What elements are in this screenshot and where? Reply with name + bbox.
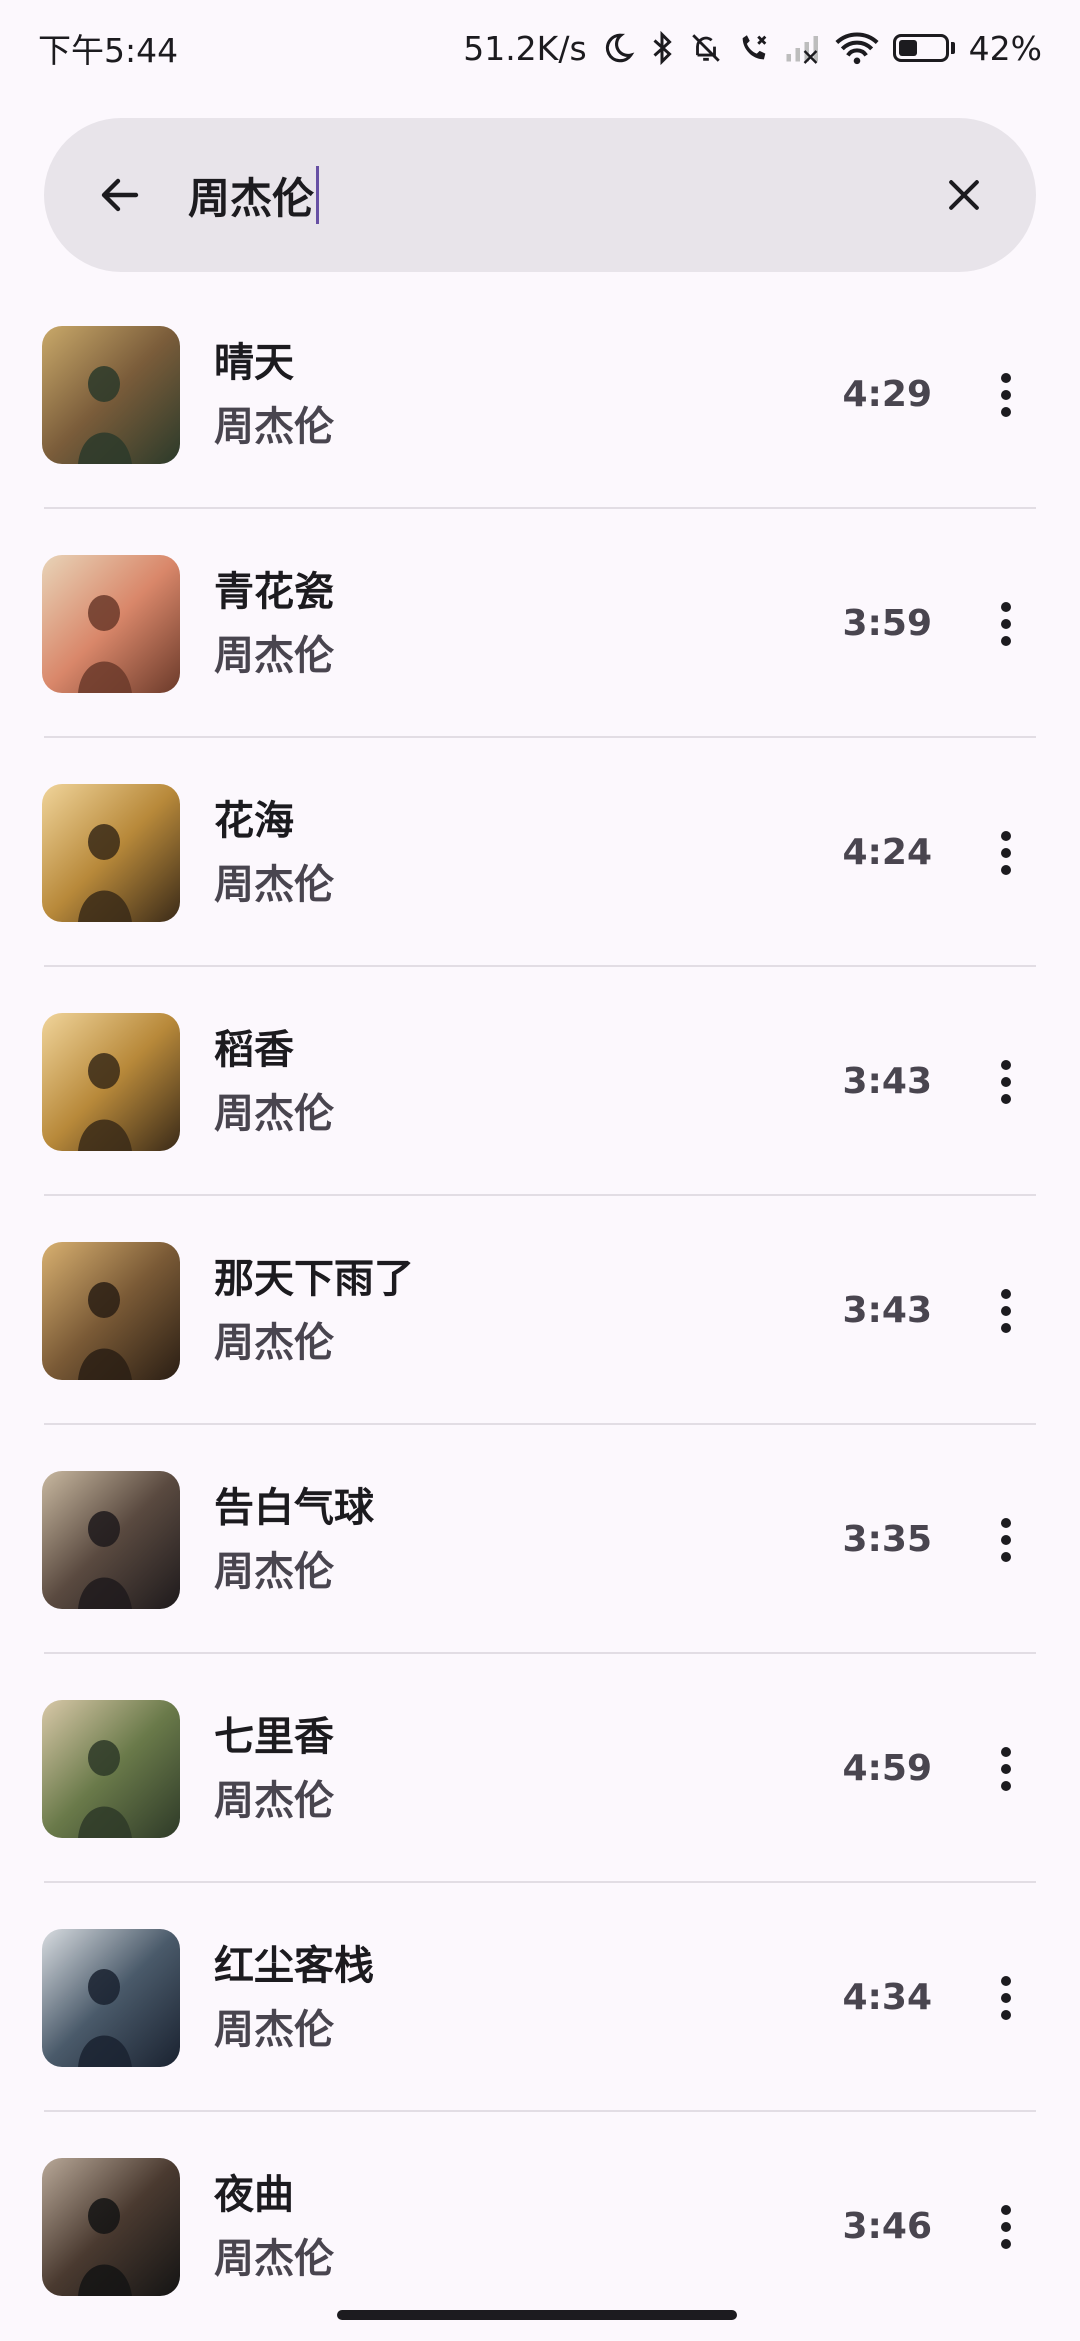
- song-artist: 周杰伦: [214, 632, 334, 679]
- song-title: 七里香: [214, 1713, 334, 1760]
- album-cover: [42, 554, 180, 693]
- song-info: 红尘客栈 周杰伦: [214, 1934, 374, 2062]
- song-title: 花海: [214, 797, 294, 844]
- song-row[interactable]: 夜曲周杰伦 3:46: [0, 2112, 1080, 2341]
- album-cover: [42, 1928, 180, 2067]
- battery-icon: [892, 34, 955, 62]
- song-list: 晴天 周杰伦 4:29 青花瓷 周杰伦 3:59 花海 周杰伦 4:24 稻香 周杰伦 3:43 那天下…: [0, 280, 1080, 2341]
- song-info: 花海 周杰伦: [214, 789, 334, 917]
- search-input[interactable]: 周杰伦: [188, 165, 936, 226]
- song-row[interactable]: 花海周杰伦 4:24: [0, 738, 1080, 967]
- song-duration: 3:46: [842, 2206, 932, 2247]
- song-info: 七里香 周杰伦: [214, 1705, 334, 1833]
- song-artist: 周杰伦: [214, 1090, 334, 1137]
- song-row[interactable]: 红尘客栈周杰伦 4:34: [0, 1883, 1080, 2112]
- song-title: 红尘客栈: [214, 1942, 374, 1989]
- status-bar: 下午5:44 51.2K/s 42%: [0, 0, 1080, 96]
- song-title: 那天下雨了: [214, 1255, 414, 1302]
- song-row[interactable]: 稻香周杰伦 3:43: [0, 967, 1080, 1196]
- song-info: 告白气球 周杰伦: [214, 1476, 374, 1604]
- song-title: 青花瓷: [214, 568, 334, 615]
- song-duration: 3:43: [842, 1290, 932, 1331]
- more-vert-icon[interactable]: [976, 2187, 1036, 2267]
- album-cover: [42, 1241, 180, 1380]
- battery-fill: [898, 40, 918, 56]
- song-title: 告白气球: [214, 1484, 374, 1531]
- album-cover: [42, 2157, 180, 2296]
- song-duration: 4:34: [842, 1977, 932, 2018]
- song-artist: 周杰伦: [214, 861, 334, 908]
- song-artist: 周杰伦: [214, 1777, 334, 1824]
- song-artist: 周杰伦: [214, 1319, 334, 1366]
- net-speed: 51.2K/s: [463, 28, 587, 68]
- more-vert-icon[interactable]: [976, 813, 1036, 893]
- album-cover: [42, 783, 180, 922]
- text-caret: [316, 166, 320, 224]
- more-vert-icon[interactable]: [976, 1271, 1036, 1351]
- song-duration: 3:59: [842, 603, 932, 644]
- album-cover: [42, 325, 180, 464]
- song-title: 晴天: [214, 339, 294, 386]
- song-artist: 周杰伦: [214, 2006, 334, 2053]
- song-row[interactable]: 那天下雨了周杰伦 3:43: [0, 1196, 1080, 1425]
- call-off-icon: [737, 28, 771, 68]
- bell-off-icon: [689, 28, 723, 68]
- song-title: 夜曲: [214, 2171, 294, 2218]
- song-row[interactable]: 晴天周杰伦 4:29: [0, 280, 1080, 509]
- status-icons: 51.2K/s 42%: [463, 28, 1042, 68]
- album-cover: [42, 1699, 180, 1838]
- song-info: 青花瓷 周杰伦: [214, 560, 334, 688]
- song-duration: 4:24: [842, 832, 932, 873]
- arrow-left-icon[interactable]: [92, 167, 148, 223]
- song-duration: 4:59: [842, 1748, 932, 1789]
- close-icon[interactable]: [936, 167, 992, 223]
- song-artist: 周杰伦: [214, 1548, 334, 1595]
- bluetooth-icon: [649, 28, 675, 68]
- album-cover: [42, 1470, 180, 1609]
- status-time: 下午5:44: [38, 31, 179, 70]
- song-duration: 3:35: [842, 1519, 932, 1560]
- gesture-nav-handle[interactable]: [337, 2310, 737, 2320]
- more-vert-icon[interactable]: [976, 1042, 1036, 1122]
- search-bar: 周杰伦: [44, 118, 1036, 272]
- more-vert-icon[interactable]: [976, 355, 1036, 435]
- signal-icon: [785, 28, 821, 68]
- moon-icon: [601, 28, 635, 68]
- album-cover: [42, 1012, 180, 1151]
- more-vert-icon[interactable]: [976, 584, 1036, 664]
- more-vert-icon[interactable]: [976, 1729, 1036, 1809]
- search-query: 周杰伦: [188, 173, 315, 223]
- wifi-icon: [835, 28, 879, 68]
- song-artist: 周杰伦: [214, 2235, 334, 2282]
- battery-percent: 42%: [968, 28, 1042, 68]
- song-duration: 3:43: [842, 1061, 932, 1102]
- song-info: 那天下雨了 周杰伦: [214, 1247, 414, 1375]
- song-duration: 4:29: [842, 374, 932, 415]
- more-vert-icon[interactable]: [976, 1958, 1036, 2038]
- song-info: 晴天 周杰伦: [214, 331, 334, 459]
- song-row[interactable]: 青花瓷周杰伦 3:59: [0, 509, 1080, 738]
- song-row[interactable]: 告白气球周杰伦 3:35: [0, 1425, 1080, 1654]
- song-artist: 周杰伦: [214, 403, 334, 450]
- song-title: 稻香: [214, 1026, 294, 1073]
- song-info: 夜曲 周杰伦: [214, 2163, 334, 2291]
- more-vert-icon[interactable]: [976, 1500, 1036, 1580]
- song-info: 稻香 周杰伦: [214, 1018, 334, 1146]
- song-row[interactable]: 七里香周杰伦 4:59: [0, 1654, 1080, 1883]
